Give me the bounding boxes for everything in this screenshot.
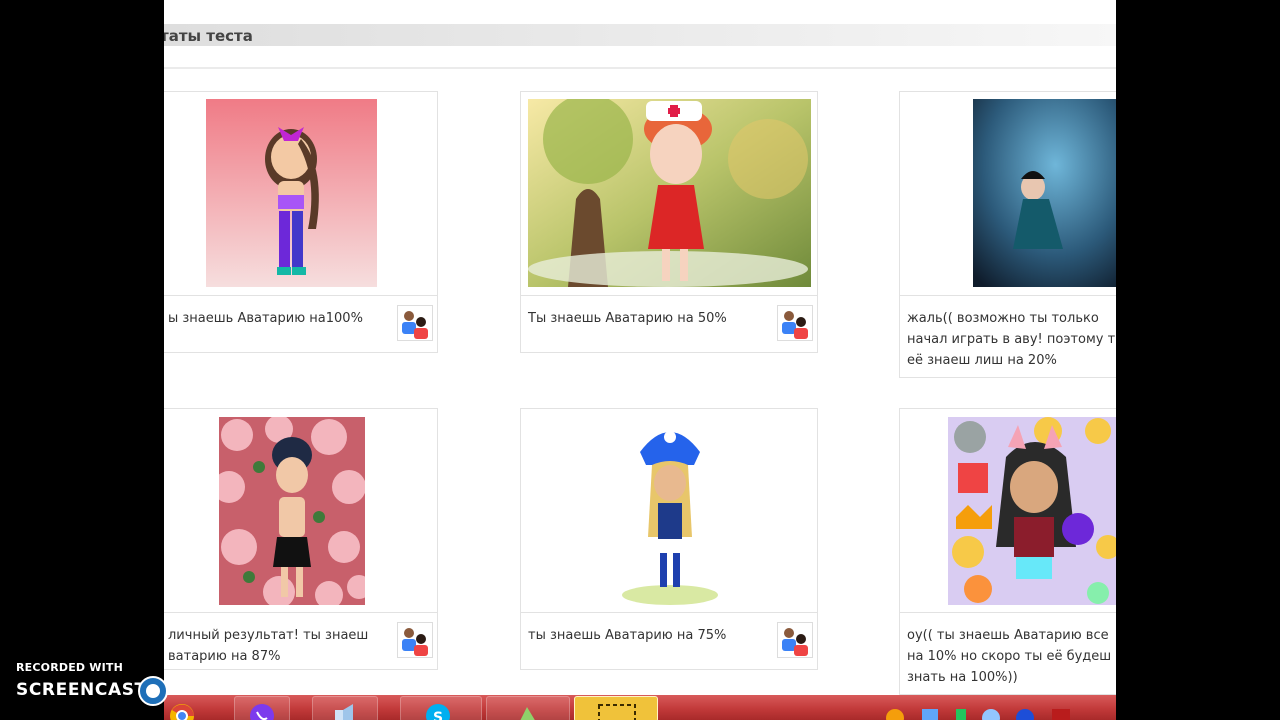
result-card-1[interactable]: ы знаешь Аватарию на100% <box>164 91 438 353</box>
result-caption: жаль(( возможно ты только начал играть в… <box>907 311 1116 368</box>
chrome-icon <box>170 704 194 720</box>
taskbar-sound-button[interactable] <box>312 696 378 720</box>
watermark-brand-left: SCREENCAST <box>16 680 147 700</box>
svg-text:S: S <box>433 710 443 720</box>
taskbar-screencast-button[interactable] <box>574 696 658 720</box>
result-caption: ты знаешь Аватарию на 75% <box>528 628 727 643</box>
header-divider <box>164 67 1116 69</box>
user-pair-icon[interactable] <box>777 305 813 341</box>
viber-icon <box>250 704 274 720</box>
watermark-recorded-with: RECORDED WITH <box>16 661 124 674</box>
result-caption-box: жаль(( возможно ты только начал играть в… <box>899 296 1116 378</box>
result-card-5[interactable]: ты знаешь Аватарию на 75% <box>520 408 818 670</box>
result-caption-box: Ты знаешь Аватарию на 50% <box>520 296 818 353</box>
result-caption: оу(( ты знаешь Аватарию все на 10% но ск… <box>907 628 1112 685</box>
user-pair-icon[interactable] <box>397 305 433 341</box>
section-header <box>164 24 1116 46</box>
user-pair-icon[interactable] <box>777 622 813 658</box>
avatar-image[interactable] <box>528 99 811 287</box>
avatar-image[interactable] <box>206 99 377 287</box>
result-caption-box: ты знаешь Аватарию на 75% <box>520 613 818 670</box>
avatar-image[interactable] <box>973 99 1116 287</box>
avatar-image[interactable] <box>948 417 1116 605</box>
taskbar-app-button[interactable] <box>486 696 570 720</box>
result-card-2[interactable]: Ты знаешь Аватарию на 50% <box>520 91 818 353</box>
result-image-frame <box>164 408 438 613</box>
skype-icon: S <box>426 704 450 720</box>
avatar-image[interactable] <box>219 417 365 605</box>
result-caption: личный результат! ты знаеш ватарию на 87… <box>168 628 369 664</box>
system-tray <box>876 703 1116 720</box>
result-image-frame <box>520 91 818 296</box>
section-title: таты теста <box>164 27 253 45</box>
result-image-frame <box>520 408 818 613</box>
test-results-page: таты теста ы знаешь Аватарию на100% Ты з… <box>164 0 1116 695</box>
tray-icon[interactable] <box>956 709 966 720</box>
result-caption-box: личный результат! ты знаеш ватарию на 87… <box>164 613 438 670</box>
result-image-frame <box>899 408 1116 613</box>
user-pair-icon[interactable] <box>397 622 433 658</box>
tray-icon[interactable] <box>1052 709 1070 720</box>
record-icon <box>138 676 168 706</box>
speaker-icon <box>335 704 353 720</box>
result-caption: ы знаешь Аватарию на100% <box>168 311 363 326</box>
tray-icon[interactable] <box>922 709 938 720</box>
result-caption-box: ы знаешь Аватарию на100% <box>164 296 438 353</box>
result-caption-box: оу(( ты знаешь Аватарию все на 10% но ск… <box>899 613 1116 695</box>
selection-icon <box>598 704 636 720</box>
avatar-image[interactable] <box>620 417 720 605</box>
result-caption: Ты знаешь Аватарию на 50% <box>528 311 727 326</box>
result-card-4[interactable]: личный результат! ты знаеш ватарию на 87… <box>164 408 438 670</box>
app-icon <box>520 707 535 720</box>
watermark-brand-right: MATIC <box>175 680 238 700</box>
result-image-frame <box>899 91 1116 296</box>
result-card-3[interactable]: жаль(( возможно ты только начал играть в… <box>899 91 1116 378</box>
taskbar: S <box>164 695 1116 720</box>
result-card-6[interactable]: оу(( ты знаешь Аватарию все на 10% но ск… <box>899 408 1116 695</box>
result-image-frame <box>164 91 438 296</box>
tray-icon[interactable] <box>982 709 1000 720</box>
taskbar-viber-button[interactable] <box>234 696 290 720</box>
taskbar-skype-button[interactable]: S <box>400 696 482 720</box>
tray-icon[interactable] <box>886 709 904 720</box>
tray-icon[interactable] <box>1016 709 1034 720</box>
